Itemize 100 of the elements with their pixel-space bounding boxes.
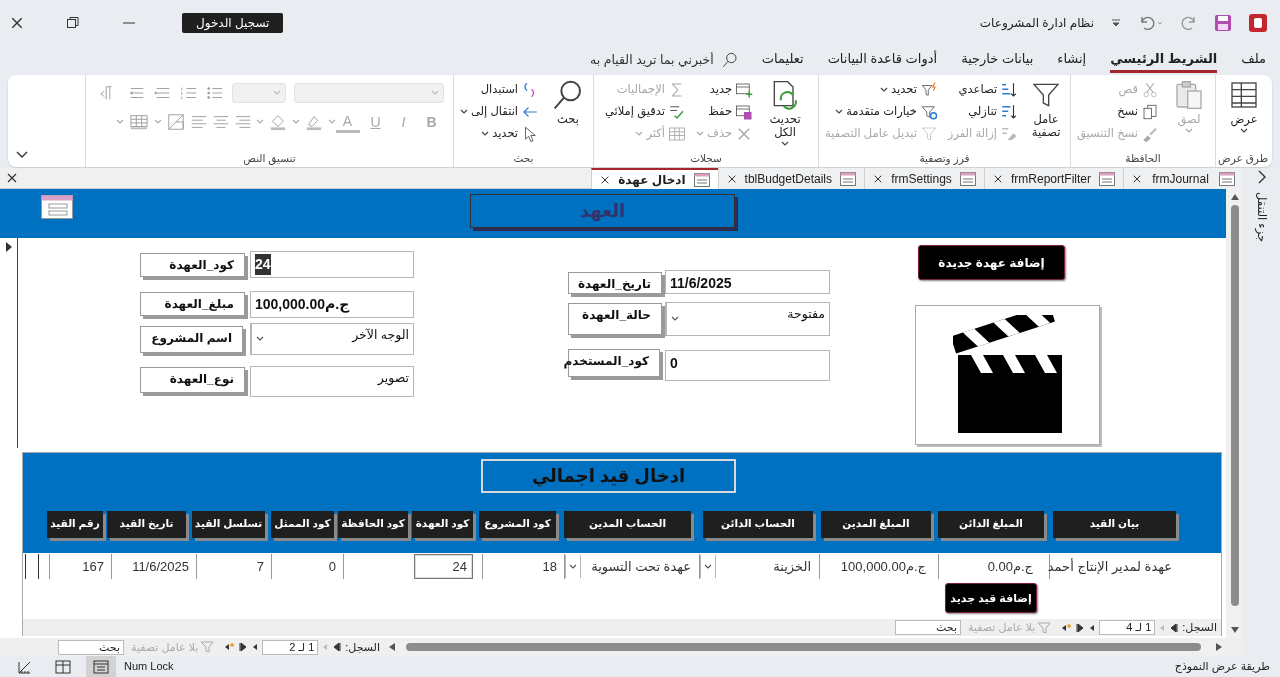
close-icon[interactable] [1132,173,1142,184]
column-header: كود العهدة [412,511,473,538]
expand-icon[interactable] [1256,170,1267,184]
ribbon-tab[interactable]: بيانات خارجية [961,46,1034,74]
document-tab[interactable]: frmReportFilter [984,168,1123,189]
form-icon [960,171,976,186]
ribbon-button[interactable]: جديد [707,79,756,101]
ribbon-button[interactable]: تنازلي [966,101,1021,123]
scroll-up-icon[interactable] [1229,193,1240,201]
sort-descending-icon [1000,103,1019,121]
ribbon-button[interactable]: عامل تصفية [1026,79,1066,151]
column-header: كود الحافظة [338,511,408,538]
restore-icon[interactable] [66,15,80,30]
spelling-icon [667,103,686,121]
search-field[interactable]: بحث [58,639,124,655]
ribbon-button[interactable]: بحث [547,79,589,151]
combo-box[interactable]: عهدة تحت التسوية [564,554,696,579]
close-icon[interactable] [10,15,24,30]
add-entry-button[interactable]: إضافة قيد جديد [945,583,1037,613]
new-record-icon [735,81,754,99]
table-cell: عهدة لمدير الإنتاج أحمد [1049,554,1177,579]
form-icon [1219,171,1235,186]
font-name-field[interactable] [293,83,444,103]
last-record-icon[interactable] [238,642,249,652]
table-cell: 11/6/2025 [111,554,194,579]
window-title: نظام ادارة المشروعات [979,14,1094,32]
table-cell: 18 [482,554,562,579]
next-record-icon[interactable] [1088,622,1097,633]
ribbon-button[interactable]: انتقال إلى [458,101,542,123]
ribbon-button[interactable]: تحديد [877,79,940,101]
input-field[interactable]: ج.م100,000.00 [250,291,414,318]
column-header: كود الممثل [271,511,334,538]
ribbon-button[interactable]: استبدال [478,79,542,101]
input-field[interactable]: تصوير [250,366,414,397]
ribbon-tab[interactable]: أدوات قاعدة البيانات [827,46,938,74]
document-tab[interactable]: tblBudgetDetails [717,168,864,189]
ribbon-button[interactable]: عرض [1220,79,1268,151]
scroll-left-icon[interactable] [388,642,396,652]
first-record-icon[interactable] [332,642,343,652]
brush-icon [1141,125,1160,143]
tell-me-field[interactable]: أخبرني بما تريد القيام به [573,50,714,70]
column-header: رقم القيد [47,511,103,538]
close-icon[interactable] [873,173,883,184]
caret-icon [255,119,264,125]
table-cell: ج.م0.00 [938,554,1038,579]
input-field[interactable]: 0 [665,350,830,381]
current-record-icon [5,242,13,252]
combo-box[interactable]: الوجه الآخر [250,323,414,355]
record-number-field[interactable]: 1 لـ 2 [262,639,319,655]
close-icon[interactable] [993,173,1003,184]
font-size-field[interactable] [231,83,286,103]
search-field[interactable]: بحث [895,620,961,635]
ribbon-tab[interactable]: إنشاء [1057,46,1087,74]
close-icon[interactable] [6,172,18,184]
save-icon[interactable] [1214,13,1232,32]
scroll-right-icon[interactable] [1215,642,1223,652]
last-record-icon[interactable] [1075,622,1086,633]
gridlines-icon[interactable] [127,113,150,131]
ribbon-button[interactable]: تصاعدي [956,79,1021,101]
column-header: المبلغ المدين [821,511,931,538]
first-record-icon[interactable] [1169,622,1180,633]
record-selector[interactable] [25,554,39,579]
field-label: اسم المشروع [140,326,243,353]
add-custody-button[interactable]: إضافة عهدة جديدة [918,245,1065,280]
document-tab[interactable]: frmSettings [864,168,984,189]
ribbon-tab[interactable]: ملف [1241,46,1266,74]
column-header: الحساب الدائن [703,511,813,538]
group-label: طرق عرض [1220,151,1268,167]
ribbon-tab[interactable]: تعليمات [761,46,804,74]
sign-in-button[interactable]: تسجيل الدخول [182,12,284,33]
scroll-down-icon[interactable] [1229,626,1240,634]
vertical-scrollbar[interactable] [1226,189,1243,638]
ribbon-button[interactable]: تحديد [479,123,542,145]
record-number-field[interactable]: 1 لـ 4 [1099,620,1156,635]
close-icon[interactable] [726,173,737,184]
input-field[interactable]: 11/6/2025 [665,270,830,294]
caret-icon [430,90,439,96]
combo-box[interactable]: الخزينة [699,554,816,579]
caret-icon [1185,128,1194,134]
caret-icon [255,336,264,342]
document-tab[interactable]: frmJournal [1123,168,1243,189]
ribbon-button[interactable]: تدقيق إملائي [602,101,688,123]
navigation-pane-label[interactable]: جزء التنقل [1252,192,1271,243]
combo-box[interactable]: مفتوحة [665,302,830,336]
view-button[interactable] [86,656,116,677]
filter-icon [200,640,215,654]
close-icon[interactable] [600,174,611,185]
ribbon-button[interactable]: تحديث الكل [761,79,810,151]
collapse-ribbon-icon[interactable] [16,151,28,159]
field-label: كود_العهدة [140,253,245,277]
column-header: المبلغ الدائن [938,511,1044,538]
ribbon-button[interactable]: نسخ [1115,101,1162,123]
ribbon-button[interactable]: خيارات متقدمة [833,101,940,123]
field-label: حالة_العهدة [568,303,662,335]
caret-icon [115,119,124,125]
customize-icon[interactable] [1110,16,1122,29]
document-tab[interactable]: ادخال عهدة [591,168,718,189]
next-record-icon[interactable] [251,642,260,652]
input-field[interactable]: 24 [250,251,414,278]
ribbon-button[interactable]: حفظ [706,101,756,123]
